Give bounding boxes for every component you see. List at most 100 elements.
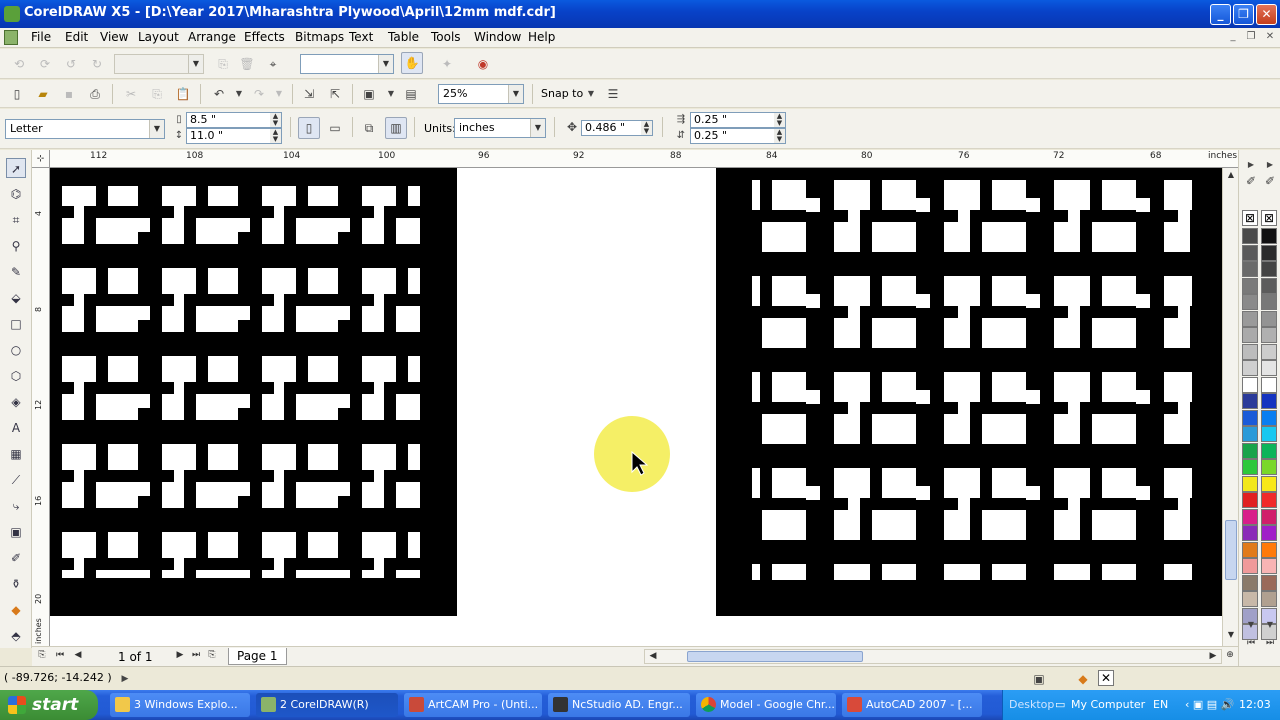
palette-swatch[interactable] xyxy=(1242,574,1258,591)
outline-tool-icon[interactable]: ⚱ xyxy=(6,574,26,594)
menu-arrange[interactable]: Arrange xyxy=(188,30,236,44)
rectangle-tool-icon[interactable]: □ xyxy=(6,314,26,334)
smart-fill-tool-icon[interactable]: ⬙ xyxy=(6,288,26,308)
palette-swatch[interactable] xyxy=(1242,393,1258,409)
palette-swatch[interactable] xyxy=(1261,525,1277,541)
palette-swatch[interactable] xyxy=(1242,310,1258,327)
tray-icons[interactable]: ‹ ▣ ▤ 🔊 xyxy=(1185,698,1234,711)
redo-icon[interactable]: ↷ xyxy=(250,85,268,103)
first-page-icon[interactable]: ⏮ xyxy=(54,650,66,662)
palette-swatch[interactable] xyxy=(1242,459,1258,475)
palette-swatch[interactable] xyxy=(1261,343,1277,360)
minimize-button[interactable]: _ xyxy=(1210,4,1231,25)
disabled-tool-4-icon[interactable]: ↻ xyxy=(88,55,106,73)
page-width-field[interactable]: 8.5 " ▲ ▼ xyxy=(186,112,282,128)
menu-file[interactable]: File xyxy=(31,30,51,44)
eyedropper-tool-icon[interactable]: ✐ xyxy=(6,548,26,568)
horizontal-scroll-thumb[interactable] xyxy=(687,651,863,662)
pan-hand-button[interactable]: ✋ xyxy=(401,52,423,74)
palette-swatch[interactable] xyxy=(1261,261,1277,277)
vertical-scrollbar[interactable]: ▲ ▼ xyxy=(1222,168,1238,646)
doc-restore-button[interactable]: ❐ xyxy=(1244,31,1258,44)
palette-swatch[interactable] xyxy=(1242,360,1258,376)
interactive-effects-tool-icon[interactable]: ▣ xyxy=(6,522,26,542)
start-button[interactable]: start xyxy=(0,690,98,720)
palette-swatch[interactable] xyxy=(1261,558,1277,574)
paper-size-combo[interactable]: Letter ▼ xyxy=(5,119,165,139)
portrait-button[interactable]: ▯ xyxy=(298,117,320,139)
launcher-dropdown-icon[interactable]: ▼ xyxy=(382,85,400,103)
cut-icon[interactable]: ✂ xyxy=(122,85,140,103)
palette-swatch[interactable] xyxy=(1242,525,1258,541)
desktop-toolbar-label[interactable]: Desktop xyxy=(1009,698,1054,711)
close-button[interactable]: ✕ xyxy=(1256,4,1277,25)
palette-swatch[interactable] xyxy=(1242,442,1258,459)
palette-swatch[interactable] xyxy=(1242,508,1258,525)
style-combo[interactable]: ▼ xyxy=(300,54,394,74)
save-icon[interactable]: ▪ xyxy=(60,85,78,103)
crop-tool-icon[interactable]: ⌗ xyxy=(6,210,26,230)
snap-dropdown-icon[interactable]: ▼ xyxy=(582,85,600,103)
restore-button[interactable]: ❐ xyxy=(1233,4,1254,25)
menu-text[interactable]: Text xyxy=(349,30,373,44)
palette-swatch[interactable] xyxy=(1261,442,1277,459)
menu-view[interactable]: View xyxy=(100,30,128,44)
menu-layout[interactable]: Layout xyxy=(138,30,179,44)
landscape-icon[interactable]: ▭ xyxy=(326,119,344,137)
dimension-tool-icon[interactable]: ⟋ xyxy=(6,470,26,490)
current-page-button[interactable]: ▥ xyxy=(385,117,407,139)
palette-swatch[interactable] xyxy=(1242,541,1258,558)
left-panel-design[interactable] xyxy=(50,168,457,616)
redo-dropdown-icon[interactable]: ▼ xyxy=(270,85,288,103)
palette-swatch[interactable] xyxy=(1242,343,1258,360)
taskbar-button-ncstudio[interactable]: NcStudio AD. Engr... xyxy=(548,693,690,717)
palette-swatch[interactable] xyxy=(1261,360,1277,376)
disabled-tool-3-icon[interactable]: ↺ xyxy=(62,55,80,73)
web-icon[interactable]: ◉ xyxy=(474,55,492,73)
palette-swatch[interactable] xyxy=(1261,376,1277,393)
welcome-screen-icon[interactable]: ▤ xyxy=(402,85,420,103)
node-tool-icon[interactable]: ⌖ xyxy=(264,55,282,73)
all-pages-icon[interactable]: ⧉ xyxy=(360,119,378,137)
palette-swatch[interactable] xyxy=(1242,327,1258,343)
palette-swatch[interactable] xyxy=(1261,591,1277,607)
ellipse-tool-icon[interactable]: ○ xyxy=(6,340,26,360)
scroll-right-icon[interactable]: ▶ xyxy=(1207,651,1219,663)
zoom-level-combo[interactable]: 25% ▼ xyxy=(438,84,524,104)
zoom-fit-icon[interactable]: ⊕ xyxy=(1224,650,1236,662)
outline-indicator-swatch[interactable]: ✕ xyxy=(1098,670,1114,686)
fill-tool-icon[interactable]: ◆ xyxy=(6,600,26,620)
no-fill-swatch[interactable]: ⊠ xyxy=(1261,210,1277,226)
units-combo[interactable]: inches ▼ xyxy=(454,118,546,138)
menu-edit[interactable]: Edit xyxy=(65,30,88,44)
nudge-distance-field[interactable]: 0.486 " ▲ ▼ xyxy=(581,120,653,136)
right-panel-design[interactable] xyxy=(716,168,1222,616)
next-page-icon[interactable]: ▶ xyxy=(174,650,186,662)
undo-icon[interactable]: ↶ xyxy=(210,85,228,103)
paste-icon[interactable]: 📋 xyxy=(174,85,192,103)
palette-swatch[interactable] xyxy=(1261,327,1277,343)
language-indicator[interactable]: EN xyxy=(1153,698,1168,711)
taskbar-button-autocad[interactable]: AutoCAD 2007 - [... xyxy=(842,693,982,717)
palette-swatch[interactable] xyxy=(1261,574,1277,591)
doc-minimize-button[interactable]: _ xyxy=(1226,31,1240,44)
spin-arrows-icon[interactable]: ▲ ▼ xyxy=(774,129,785,143)
snap-to-menu[interactable]: Snap to xyxy=(541,87,583,100)
disabled-tool-5-icon[interactable]: ⎘ xyxy=(214,55,232,73)
eyedropper-icon[interactable]: ✐ xyxy=(1242,172,1260,190)
palette-scroll-down-icon[interactable]: ▼ xyxy=(1242,616,1260,634)
copy-icon[interactable]: ⎘ xyxy=(148,85,166,103)
import-icon[interactable]: ⇲ xyxy=(300,85,318,103)
taskbar-button-coreldraw[interactable]: 2 CorelDRAW(R) xyxy=(256,693,398,717)
interactive-fill-tool-icon[interactable]: ⬘ xyxy=(6,626,26,646)
taskbar-button-explorer[interactable]: 3 Windows Explo... xyxy=(110,693,250,717)
pick-tool-icon[interactable]: ➚ xyxy=(6,158,26,178)
page-tab[interactable]: Page 1 xyxy=(228,648,287,665)
my-computer-icon[interactable]: ▭ xyxy=(1055,698,1065,711)
scroll-down-icon[interactable]: ▼ xyxy=(1225,630,1237,642)
doc-close-button[interactable]: ✕ xyxy=(1263,31,1277,44)
disabled-tool-6-icon[interactable]: ✦ xyxy=(438,55,456,73)
options-icon[interactable]: ☰ xyxy=(604,85,622,103)
scroll-up-icon[interactable]: ▲ xyxy=(1225,170,1237,182)
doc-info-icon[interactable]: ⎘ xyxy=(36,650,48,662)
